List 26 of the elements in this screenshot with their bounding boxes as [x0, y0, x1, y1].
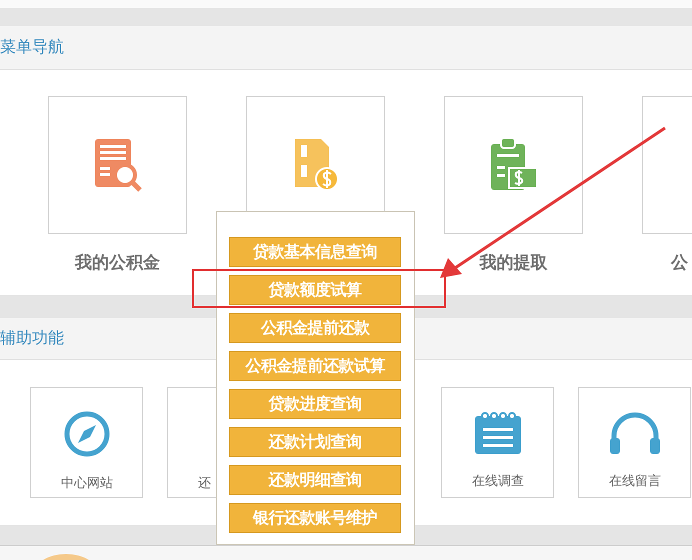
menu-tile[interactable] — [48, 96, 187, 234]
tile-label: 我的提取 — [480, 252, 548, 274]
menu-item-button[interactable]: 公积金提前还款试算 — [229, 351, 401, 381]
tile-label: 在线留言 — [609, 473, 661, 490]
tile-label: 还 — [198, 475, 211, 492]
menu-tile[interactable]: 在线留言 — [578, 387, 691, 498]
tile-label: 我的公积金 — [75, 252, 160, 274]
report-search-icon — [92, 137, 142, 193]
menu-item-button[interactable]: 贷款基本信息查询 — [229, 237, 401, 267]
menu-item-button[interactable]: 贷款额度试算 — [229, 275, 401, 305]
tile-label: 在线调查 — [472, 473, 524, 490]
menu-tile[interactable] — [444, 96, 583, 234]
notepad-icon — [472, 410, 522, 456]
menu-item-button[interactable]: 贷款进度查询 — [229, 389, 401, 419]
menu-tile[interactable]: 中心网站 — [30, 387, 143, 498]
section-title: 辅助功能 — [0, 328, 64, 349]
headphones-icon — [608, 410, 662, 456]
menu-item-button[interactable]: 银行还款账号维护 — [229, 503, 401, 533]
menu-tile[interactable]: 在线调查 — [441, 387, 554, 498]
menu-item-button[interactable]: 还款明细查询 — [229, 465, 401, 495]
tile-label: 中心网站 — [61, 475, 113, 492]
menu-item-button[interactable]: 还款计划查询 — [229, 427, 401, 457]
tile-label: 公 — [671, 252, 688, 274]
menu-item-button[interactable]: 公积金提前还款 — [229, 313, 401, 343]
compass-icon — [62, 410, 110, 458]
section-title: 菜单导航 — [0, 37, 64, 58]
